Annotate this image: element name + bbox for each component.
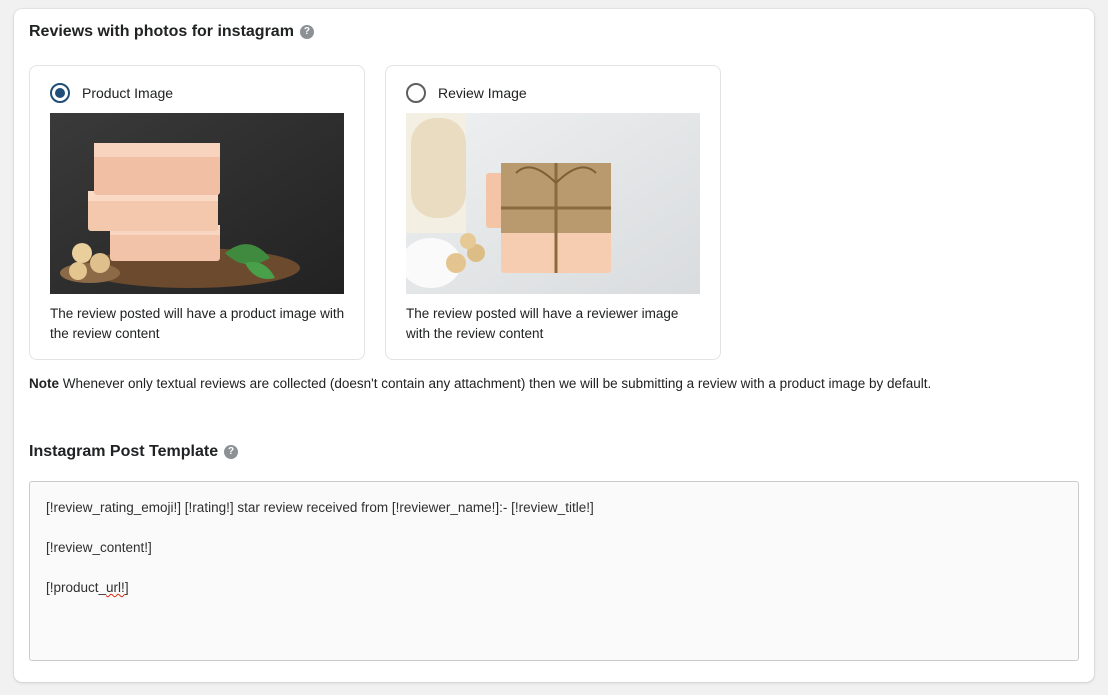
option-description: The review posted will have a product im…	[50, 306, 345, 341]
option-card-review-image[interactable]: Review Image The review posted will have…	[385, 65, 721, 360]
radio-label: Review Image	[438, 85, 527, 101]
radio-button-selected[interactable]	[50, 83, 70, 103]
template-line-1: [!review_rating_emoji!] [!rating!] star …	[46, 500, 594, 515]
section-title: Instagram Post Template	[29, 443, 219, 460]
option-card-product-image[interactable]: Product Image The review posted will hav…	[29, 65, 365, 360]
template-line-3: [!product_url!]	[46, 578, 1062, 598]
note-label: Note	[29, 376, 59, 391]
radio-option-product-image[interactable]: Product Image	[50, 83, 173, 103]
help-icon[interactable]: ?	[224, 445, 239, 459]
note-text: Note Whenever only textual reviews are c…	[29, 376, 931, 391]
radio-button-unselected[interactable]	[406, 83, 426, 103]
radio-label: Product Image	[82, 85, 174, 101]
radio-option-review-image[interactable]: Review Image	[406, 83, 527, 103]
template-line-3-suffix: ]	[124, 580, 129, 595]
section-heading-instagram-template: Instagram Post Template ?	[29, 443, 239, 461]
template-line-2: [!review_content!]	[46, 540, 152, 555]
section-title: Reviews with photos for instagram	[29, 23, 294, 40]
soap-bars-stack-photo	[50, 113, 344, 294]
wrapped-soap-gift-photo	[406, 113, 700, 294]
instagram-post-template-textarea[interactable]: [!review_rating_emoji!] [!rating!] star …	[29, 481, 1079, 661]
spellcheck-word: url!	[106, 580, 125, 595]
section-heading-reviews-with-photos: Reviews with photos for instagram ?	[29, 23, 314, 41]
help-icon[interactable]: ?	[299, 25, 314, 39]
option-description: The review posted will have a reviewer i…	[406, 306, 679, 341]
template-line-3-prefix: [!product_	[46, 580, 107, 595]
note-body: Whenever only textual reviews are collec…	[59, 376, 932, 391]
settings-panel: Reviews with photos for instagram ? Prod…	[14, 9, 1094, 682]
